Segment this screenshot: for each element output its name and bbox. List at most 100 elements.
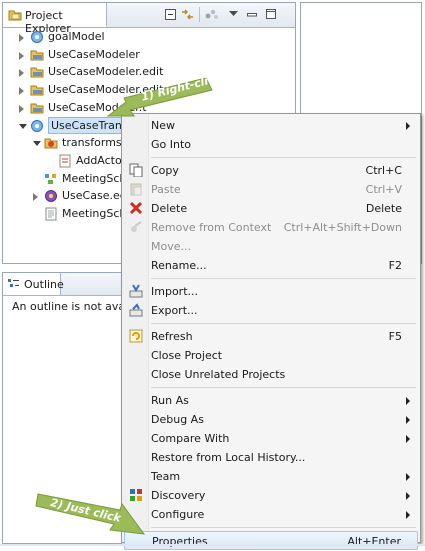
menu-item-label: Paste: [151, 183, 181, 196]
menu-item-label: Close Unrelated Projects: [151, 368, 286, 381]
menu-item-delete[interactable]: Delete Delete: [124, 199, 418, 218]
menu-item-label: Move...: [151, 240, 191, 253]
tree-item-label: goalModel: [48, 30, 105, 43]
remove-context-icon: [131, 221, 142, 232]
menu-item-label: Go Into: [151, 138, 192, 151]
tree-item-label: UseCaseModeler: [48, 47, 140, 61]
menu-item-properties[interactable]: Properties Alt+Enter: [124, 531, 418, 550]
menu-item-label: Close Project: [151, 349, 223, 362]
menu-item-export[interactable]: Export...: [124, 301, 418, 320]
paste-icon: [130, 183, 142, 196]
export-icon: [129, 303, 143, 317]
expand-open-icon[interactable]: [33, 141, 41, 147]
modeling-project-icon: [31, 119, 43, 132]
menu-item-go-into[interactable]: Go Into: [124, 135, 418, 154]
focus-icon[interactable]: [205, 9, 219, 20]
tree-item[interactable]: UseCaseModeler: [3, 46, 293, 63]
transform-file-icon: [59, 154, 71, 168]
ecore-file-icon: [45, 190, 57, 203]
menu-item-label: Delete: [151, 202, 188, 215]
expand-closed-icon[interactable]: [33, 193, 38, 202]
expand-closed-icon[interactable]: [19, 34, 24, 42]
expand-closed-icon[interactable]: [19, 87, 24, 96]
folder-icon: [30, 103, 44, 114]
menu-item-shortcut: Delete: [365, 202, 402, 215]
menu-item-compare-with[interactable]: Compare With: [124, 429, 418, 448]
refresh-icon: [129, 329, 143, 343]
menu-item-rename[interactable]: Rename... F2: [124, 256, 418, 275]
expand-closed-icon[interactable]: [19, 51, 24, 60]
menu-item-close-project[interactable]: Close Project: [124, 346, 418, 365]
view-menu-icon[interactable]: [229, 11, 240, 22]
menu-item-label: Remove from Context: [151, 221, 272, 234]
copy-icon: [129, 163, 143, 177]
collapse-all-icon[interactable]: [165, 9, 176, 20]
project-explorer-icon: [8, 10, 22, 21]
modeling-project-icon: [31, 31, 43, 43]
menu-item-shortcut: F5: [388, 330, 402, 343]
import-icon: [129, 284, 143, 298]
menu-item-shortcut: Ctrl+Alt+Shift+Down: [283, 221, 402, 234]
menu-item-import[interactable]: Import...: [124, 282, 418, 301]
expand-open-icon[interactable]: [19, 123, 27, 129]
menu-item-debug-as[interactable]: Debug As: [124, 410, 418, 429]
tree-item-label: transforms: [62, 136, 122, 150]
file-icon: [45, 207, 57, 221]
tree-item-label: AddActor: [76, 153, 127, 167]
project-explorer-tab[interactable]: Project Explorer: [3, 3, 107, 35]
menu-item-remove-from-context[interactable]: Remove from Context Ctrl+Alt+Shift+Down: [124, 218, 418, 237]
folder-icon: [30, 85, 44, 96]
minimize-icon[interactable]: [247, 13, 258, 24]
submenu-arrow-icon: [406, 473, 410, 481]
menu-separator: [151, 278, 416, 279]
menu-item-restore-from-local-history[interactable]: Restore from Local History...: [124, 448, 418, 467]
submenu-arrow-icon: [406, 416, 410, 424]
link-with-editor-icon[interactable]: [181, 9, 194, 20]
menu-item-label: Copy: [151, 164, 179, 177]
menu-item-close-unrelated-projects[interactable]: Close Unrelated Projects: [124, 365, 418, 384]
submenu-arrow-icon: [406, 122, 410, 130]
expand-closed-icon[interactable]: [19, 104, 24, 113]
menu-item-label: Import...: [151, 285, 198, 298]
menu-item-run-as[interactable]: Run As: [124, 391, 418, 410]
menu-item-move[interactable]: Move...: [124, 237, 418, 256]
submenu-arrow-icon: [406, 397, 410, 405]
toolbar-separator: [199, 7, 200, 22]
folder-icon: [30, 67, 44, 78]
menu-item-paste[interactable]: Paste Ctrl+V: [124, 180, 418, 199]
menu-item-label: Discovery: [151, 489, 206, 502]
transforms-folder-icon: [44, 138, 58, 149]
menu-item-copy[interactable]: Copy Ctrl+C: [124, 161, 418, 180]
outline-tab[interactable]: Outline: [3, 273, 64, 295]
menu-item-shortcut: Alt+Enter: [347, 535, 401, 548]
submenu-arrow-icon: [406, 492, 410, 500]
menu-item-label: Configure: [151, 508, 205, 521]
outline-icon: [8, 279, 19, 287]
outline-title: Outline: [24, 278, 64, 291]
menu-item-configure[interactable]: Configure: [124, 505, 418, 524]
context-menu: New Go Into Copy Ctrl+C Paste Ctrl+V Delete Del…: [121, 113, 421, 550]
submenu-arrow-icon: [406, 511, 410, 519]
menu-item-label: Rename...: [151, 259, 207, 272]
delete-icon: [129, 201, 143, 215]
expand-closed-icon[interactable]: [19, 69, 24, 78]
menu-item-label: Restore from Local History...: [151, 451, 306, 464]
menu-item-shortcut: Ctrl+C: [365, 164, 402, 177]
model-file-icon: [45, 173, 56, 184]
menu-item-discovery[interactable]: Discovery: [124, 486, 418, 505]
menu-item-label: Compare With: [151, 432, 230, 445]
menu-item-label: Properties: [152, 535, 208, 548]
menu-item-label: Team: [151, 470, 181, 483]
submenu-arrow-icon: [406, 435, 410, 443]
menu-item-team[interactable]: Team: [124, 467, 418, 486]
folder-icon: [30, 50, 44, 61]
menu-item-label: Refresh: [151, 330, 193, 343]
menu-separator: [151, 387, 416, 388]
maximize-icon[interactable]: [266, 9, 277, 20]
menu-item-refresh[interactable]: Refresh F5: [124, 327, 418, 346]
menu-separator: [151, 527, 416, 528]
menu-item-shortcut: Ctrl+V: [365, 183, 402, 196]
menu-item-shortcut: F2: [388, 259, 402, 272]
menu-separator: [151, 157, 416, 158]
tree-item[interactable]: goalModel: [3, 28, 293, 45]
